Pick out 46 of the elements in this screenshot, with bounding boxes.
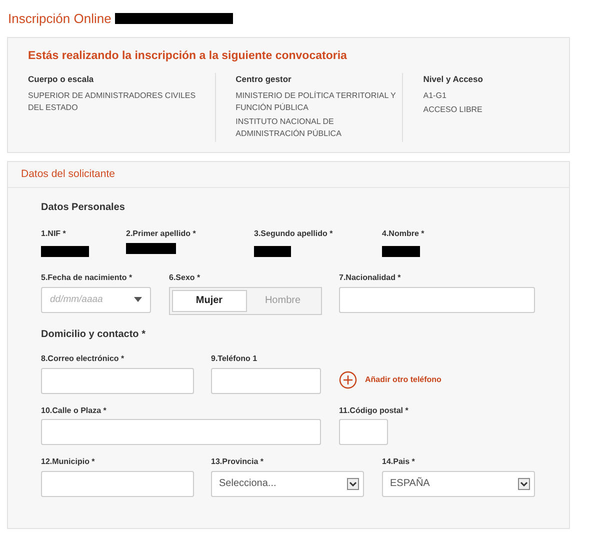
info-value: MINISTERIO DE POLÍTICA TERRITORIAL Y FUNCIÓN PÚBLICA [236,90,396,114]
field-label: 12.Municipio * [41,457,96,467]
field-label: 10.Calle o Plaza * [41,406,108,416]
info-value: INSTITUTO NACIONAL DE ADMINISTRACIÓN PÚBLICA [236,116,342,140]
field-label: 3.Segundo apellido * [254,229,334,239]
dropdown-arrow-icon [134,297,142,302]
date-placeholder: dd/mm/aaaa [50,292,103,307]
select-value: Selecciona... [219,477,276,492]
panel-heading: Estás realizando la inscripción a la siguiente convocatoria [28,48,348,64]
info-value: ACCESO LIBRE [423,104,484,116]
add-phone-link[interactable]: Añadir otro teléfono [365,374,442,386]
section-heading: Domicilio y contacto * [41,328,146,342]
info-label: Centro gestor [236,72,292,86]
page-title: Inscripción Online [8,10,112,28]
info-value: A1-G1 [423,90,448,102]
select-field[interactable]: ESPAÑA [382,470,535,497]
field-label: 7.Nacionalidad * [339,273,402,283]
field-label: 14.Pais * [382,457,416,467]
redacted-block [126,242,176,254]
redacted-block [254,246,291,257]
info-label: Cuerpo o escala [28,72,95,86]
field-label: 4.Nombre * [382,229,424,239]
section-heading: Datos Personales [41,201,126,216]
input-field[interactable] [41,368,194,394]
add-circle-icon[interactable] [339,370,357,389]
redacted-block [41,246,89,257]
field-label: 13.Provincia * [211,457,264,467]
field-label: 8.Correo electrónico * [41,354,126,364]
info-label: Nivel y Acceso [423,72,484,86]
field-label: 9.Teléfono 1 [211,354,258,364]
redacted-block [382,246,420,257]
input-field[interactable] [339,286,535,313]
input-field[interactable] [41,470,194,497]
field-label: 1.NIF * [41,229,67,239]
panel-heading: Datos del solicitante [8,162,569,188]
field-label: 2.Primer apellido * [126,229,197,239]
input-field[interactable] [41,419,321,446]
select-value: ESPAÑA [390,476,430,492]
input-field[interactable] [339,419,388,446]
field-label: 5.Fecha de nacimiento * [41,273,134,283]
field-label: 6.Sexo * [169,273,202,283]
input-field[interactable] [211,368,321,394]
toggle-option[interactable]: Mujer [172,290,246,312]
select-field[interactable]: Selecciona... [211,470,364,497]
info-value: SUPERIOR DE ADMINISTRADORES CIVILES DEL ESTADO [28,90,197,114]
field-label: 11.Código postal * [339,406,408,416]
